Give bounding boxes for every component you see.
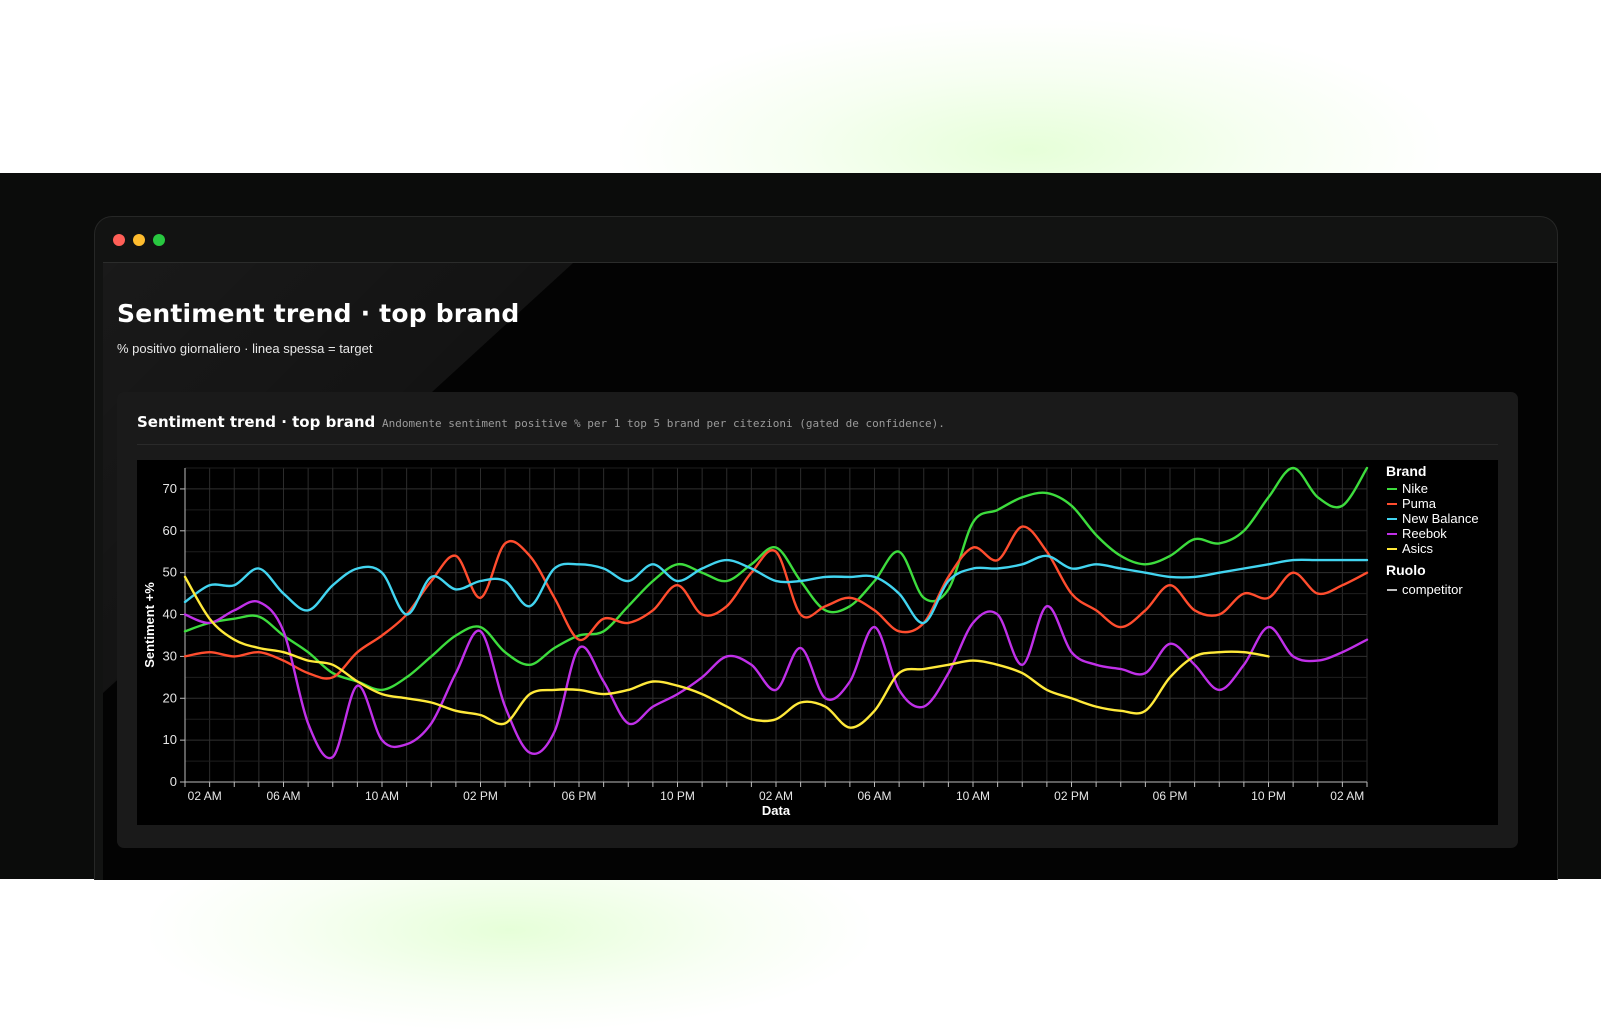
x-tick-label: 10 AM [956, 789, 990, 803]
app-window: Sentiment trend · top brand % positivo g… [94, 216, 1558, 880]
x-tick-label: 02 PM [463, 789, 498, 803]
legend-label-reebok: Reebok [1402, 526, 1447, 541]
legend-label-puma: Puma [1402, 496, 1437, 511]
minimize-window-button[interactable] [133, 234, 145, 246]
x-tick-label: 06 PM [1153, 789, 1188, 803]
x-axis-title: Data [762, 803, 791, 818]
card-title: Sentiment trend · top brand [137, 413, 376, 431]
legend-label-asics: Asics [1402, 541, 1434, 556]
maximize-window-button[interactable] [153, 234, 165, 246]
x-tick-label: 10 PM [1251, 789, 1286, 803]
y-tick-label: 30 [163, 648, 177, 663]
y-tick-label: 70 [163, 481, 177, 496]
y-tick-label: 60 [163, 523, 177, 538]
x-tick-label: 02 AM [1330, 789, 1364, 803]
y-tick-label: 20 [163, 690, 177, 705]
close-window-button[interactable] [113, 234, 125, 246]
y-axis-title: Sentiment +% [142, 582, 157, 668]
legend-title-role: Ruolo [1386, 562, 1426, 578]
chart-background [137, 460, 1498, 825]
y-tick-label: 0 [170, 774, 177, 789]
window-titlebar [95, 217, 1557, 262]
x-tick-label: 06 PM [562, 789, 597, 803]
card-description: Andomente sentiment positive % per 1 top… [382, 417, 945, 430]
legend-title-brand: Brand [1386, 463, 1426, 479]
chart-card: Sentiment trend · top brand Andomente se… [117, 392, 1518, 848]
y-tick-label: 10 [163, 732, 177, 747]
card-divider [137, 444, 1498, 445]
legend-label-nike: Nike [1402, 481, 1428, 496]
x-tick-label: 02 PM [1054, 789, 1089, 803]
x-tick-label: 06 AM [266, 789, 300, 803]
y-tick-label: 40 [163, 607, 177, 622]
window-content: Sentiment trend · top brand % positivo g… [103, 262, 1557, 880]
page-subtitle: % positivo giornaliero · linea spessa = … [117, 341, 373, 356]
x-tick-label: 10 AM [365, 789, 399, 803]
legend-label-role: competitor [1402, 582, 1463, 597]
y-tick-label: 50 [163, 565, 177, 580]
x-tick-label: 06 AM [857, 789, 891, 803]
page-title: Sentiment trend · top brand [117, 299, 520, 328]
x-tick-label: 02 AM [759, 789, 793, 803]
sentiment-line-chart: 0 10 20 30 40 50 60 70 02 AM 06 AM 10 AM 02 PM 06 PM… [137, 460, 1498, 825]
x-tick-label: 02 AM [188, 789, 222, 803]
legend-label-new-balance: New Balance [1402, 511, 1479, 526]
x-tick-label: 10 PM [660, 789, 695, 803]
